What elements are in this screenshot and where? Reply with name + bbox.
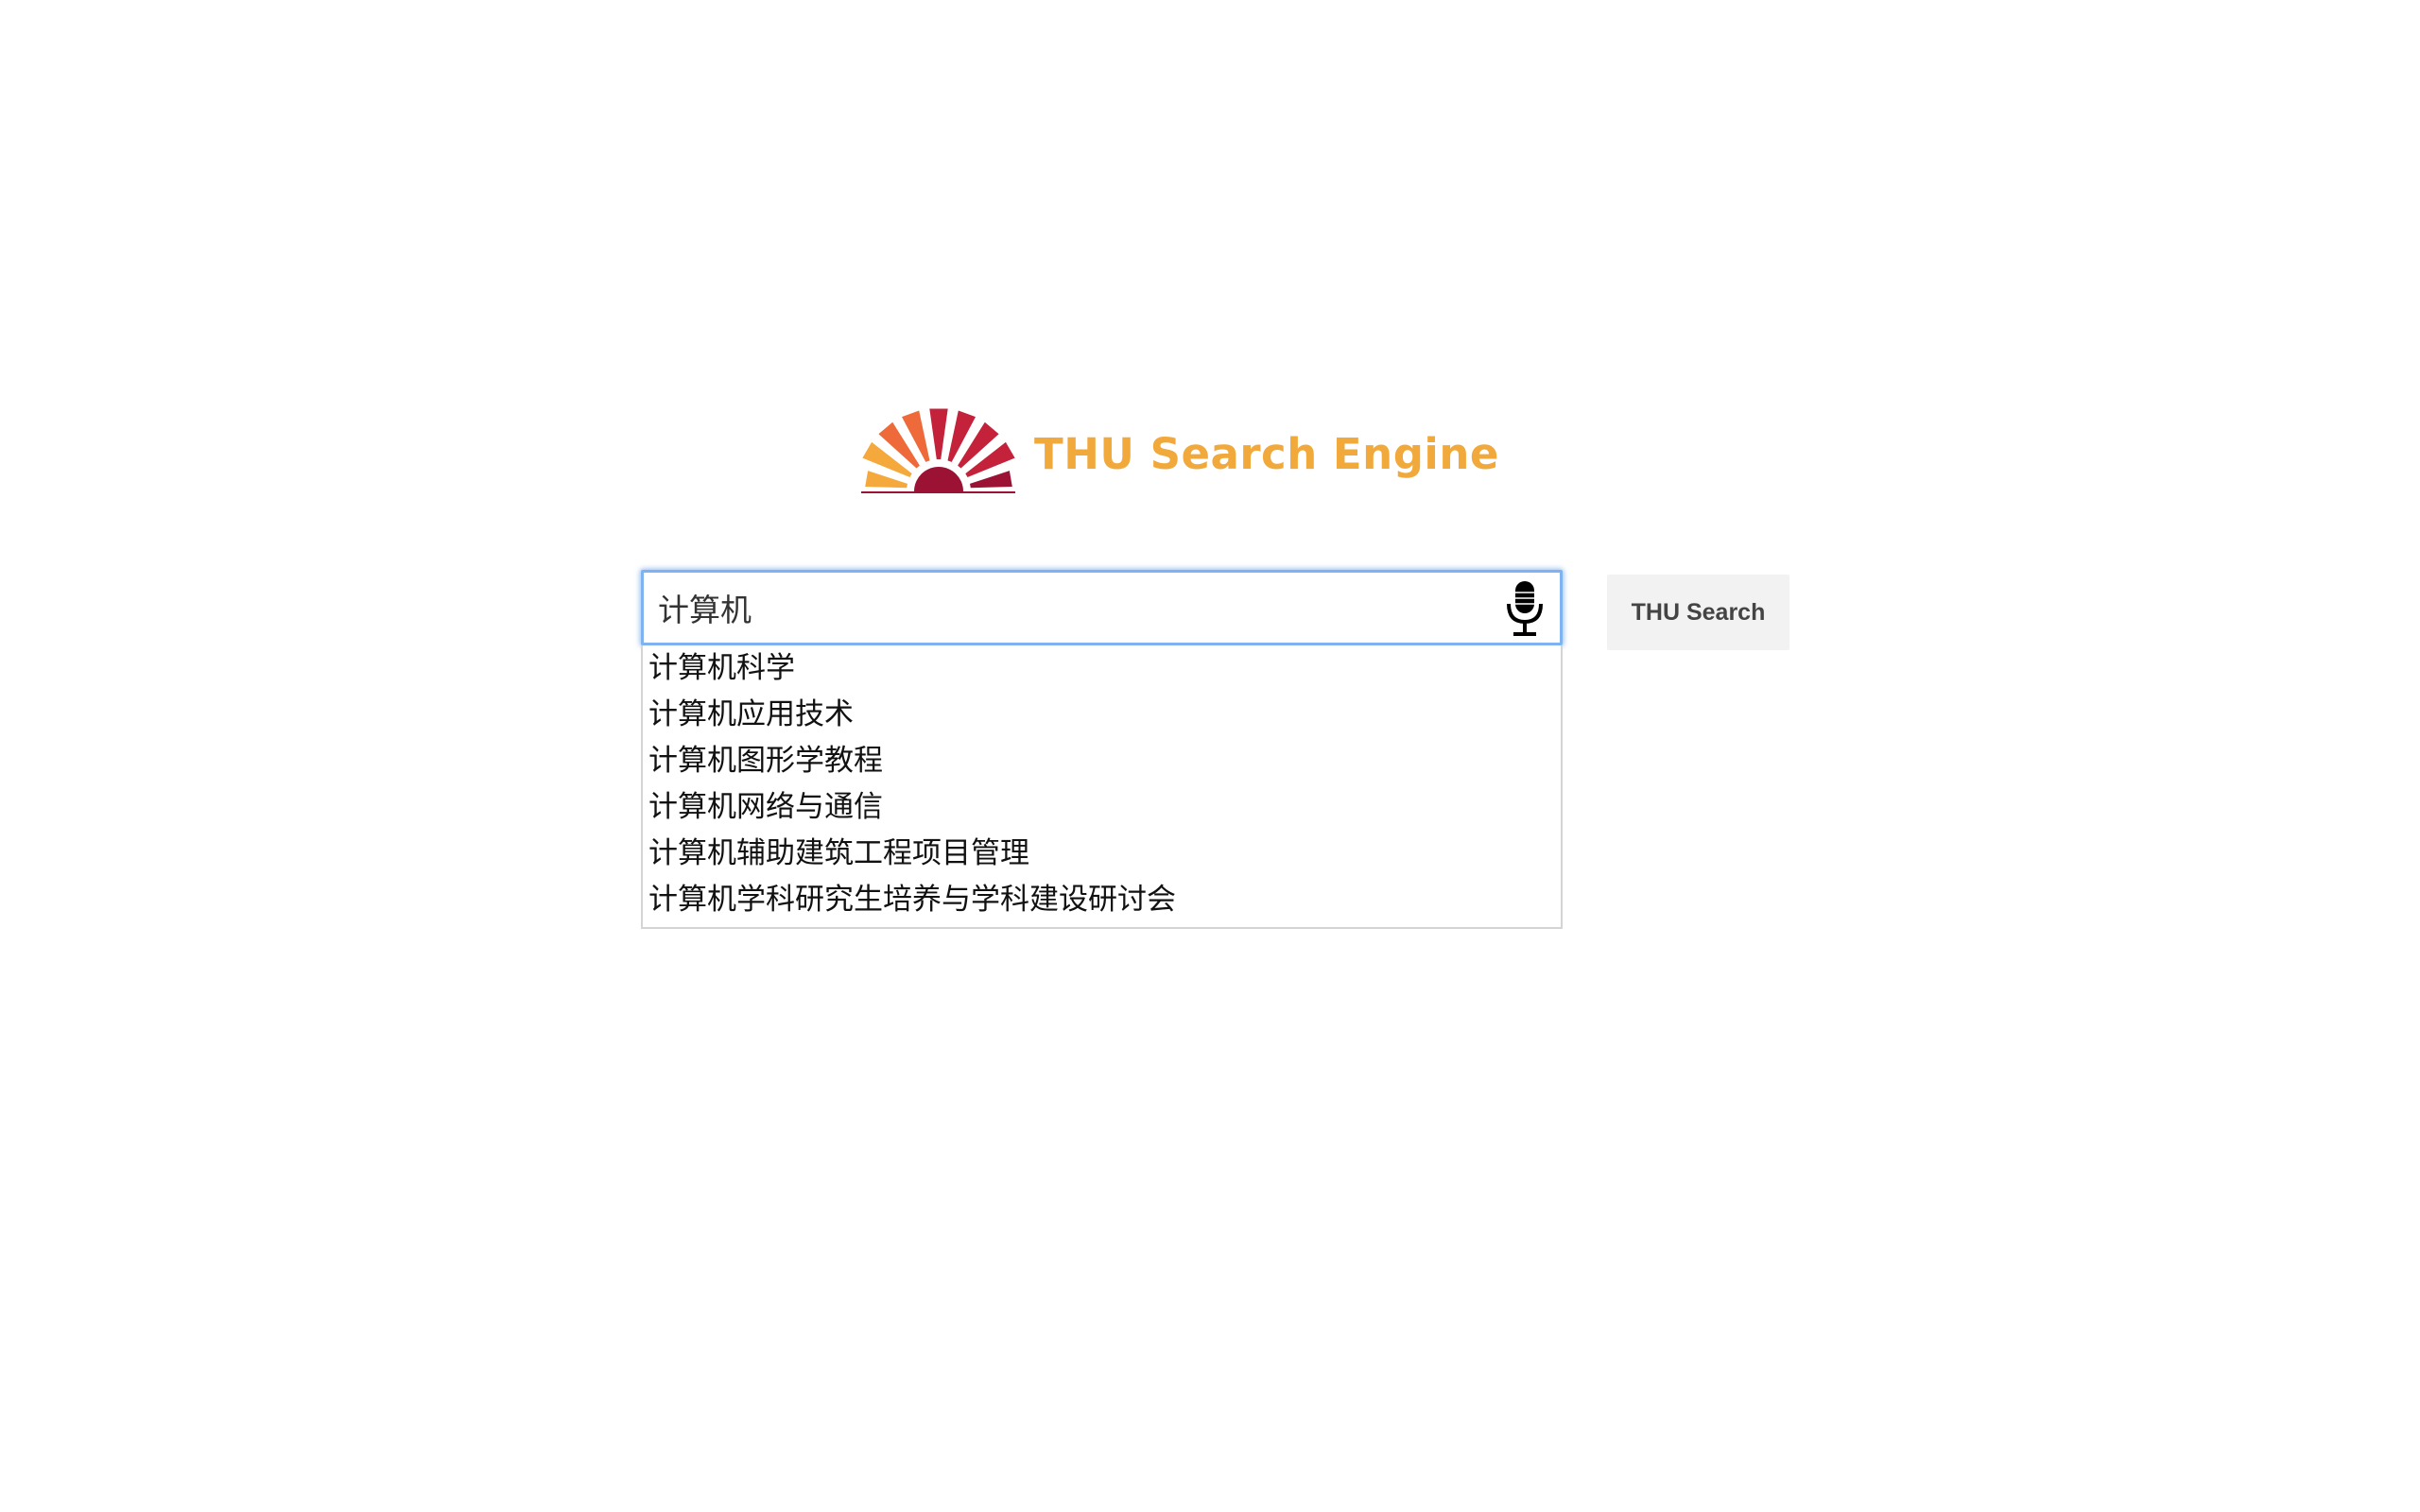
suggestion-dropdown: 计算机科学 计算机应用技术 计算机图形学教程 计算机网络与通信 计算机辅助建筑工程项目管…	[641, 645, 1563, 929]
logo-text: THU Search Engine	[1034, 428, 1499, 479]
suggestion-item[interactable]: 计算机科学	[648, 645, 1555, 692]
search-input[interactable]	[644, 573, 1476, 643]
microphone-icon[interactable]	[1499, 579, 1550, 638]
site-logo: THU Search Engine	[856, 402, 1498, 506]
suggestion-item[interactable]: 计算机网络与通信	[648, 784, 1555, 831]
search-box[interactable]	[641, 570, 1563, 645]
search-button[interactable]: THU Search	[1607, 575, 1789, 650]
suggestion-item[interactable]: 计算机学科研究生培养与学科建设研讨会	[648, 877, 1555, 923]
suggestion-item[interactable]: 计算机辅助建筑工程项目管理	[648, 831, 1555, 877]
sunburst-logo-icon	[861, 408, 1015, 493]
suggestion-item[interactable]: 计算机图形学教程	[648, 738, 1555, 784]
suggestion-item[interactable]: 计算机应用技术	[648, 692, 1555, 738]
